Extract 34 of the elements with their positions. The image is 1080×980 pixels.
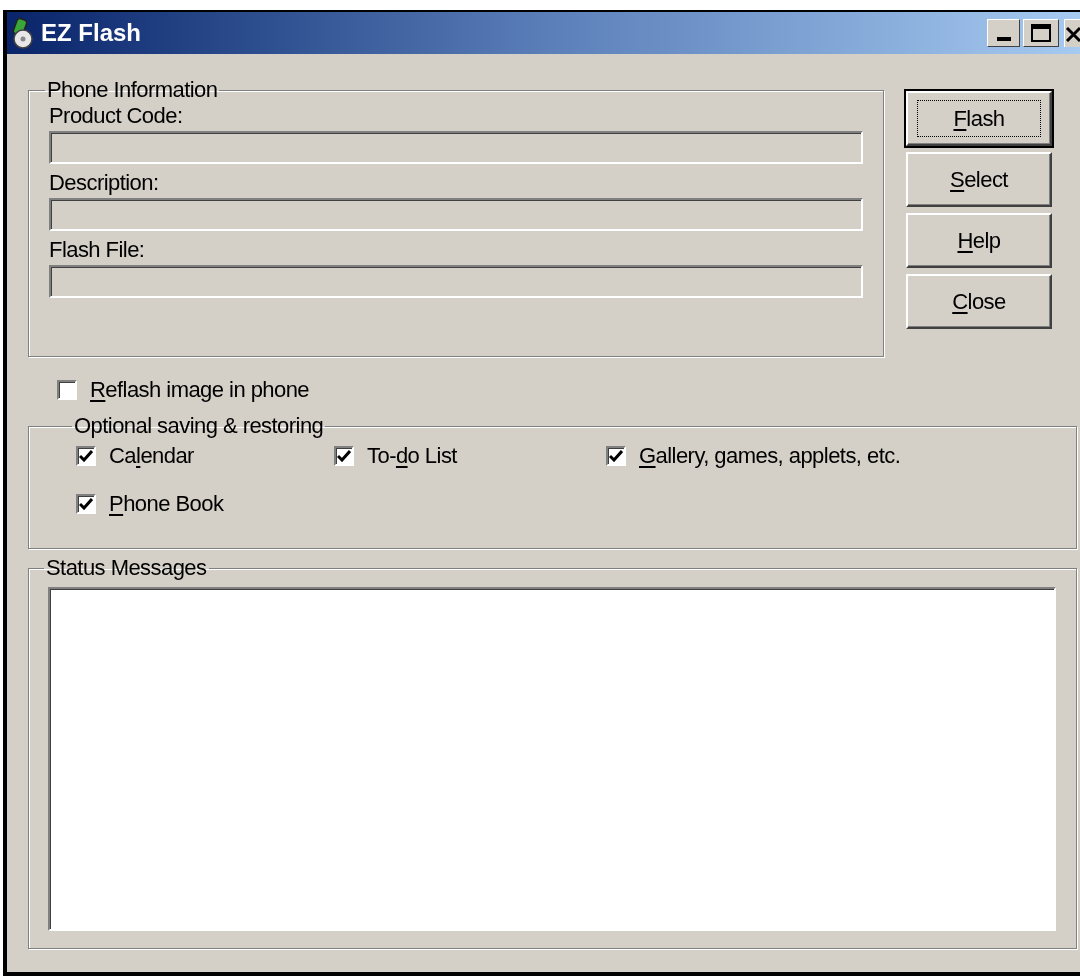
checkbox-label[interactable]: Calendar xyxy=(109,445,194,467)
minimize-icon xyxy=(996,37,1011,41)
check-icon xyxy=(337,450,351,462)
checkbox[interactable] xyxy=(76,494,96,514)
maximize-icon xyxy=(1031,24,1051,42)
button[interactable]: Help xyxy=(906,213,1052,268)
check-icon xyxy=(79,498,93,510)
maximize-button[interactable] xyxy=(1023,19,1059,47)
text-field[interactable] xyxy=(49,131,863,164)
group-title: Status Messages xyxy=(45,557,208,579)
button[interactable]: Flash xyxy=(906,91,1052,146)
close-icon xyxy=(1065,25,1080,42)
close-button[interactable] xyxy=(1064,19,1080,47)
check-icon xyxy=(609,450,623,462)
checkbox-label[interactable]: Reflash image in phone xyxy=(90,379,310,401)
text-field[interactable] xyxy=(49,198,863,231)
group-title: Optional saving & restoring xyxy=(73,415,325,437)
field-label: Product Code: xyxy=(49,105,184,127)
field-label: Description: xyxy=(49,172,160,194)
checkbox[interactable] xyxy=(57,380,77,400)
button[interactable]: Select xyxy=(906,152,1052,207)
checkbox[interactable] xyxy=(606,446,626,466)
button[interactable]: Close xyxy=(906,274,1052,329)
checkbox[interactable] xyxy=(76,446,96,466)
text-field[interactable] xyxy=(49,265,863,298)
window-title: EZ Flash xyxy=(41,21,142,45)
checkbox-label[interactable]: To-do List xyxy=(367,445,457,467)
check-icon xyxy=(79,450,93,462)
checkbox[interactable] xyxy=(334,446,354,466)
checkbox-label[interactable]: Phone Book xyxy=(109,493,224,515)
minimize-button[interactable] xyxy=(987,19,1020,47)
field-label: Flash File: xyxy=(49,239,146,261)
checkbox-label[interactable]: Gallery, games, applets, etc. xyxy=(639,445,901,467)
group-title: Phone Information xyxy=(46,79,219,101)
